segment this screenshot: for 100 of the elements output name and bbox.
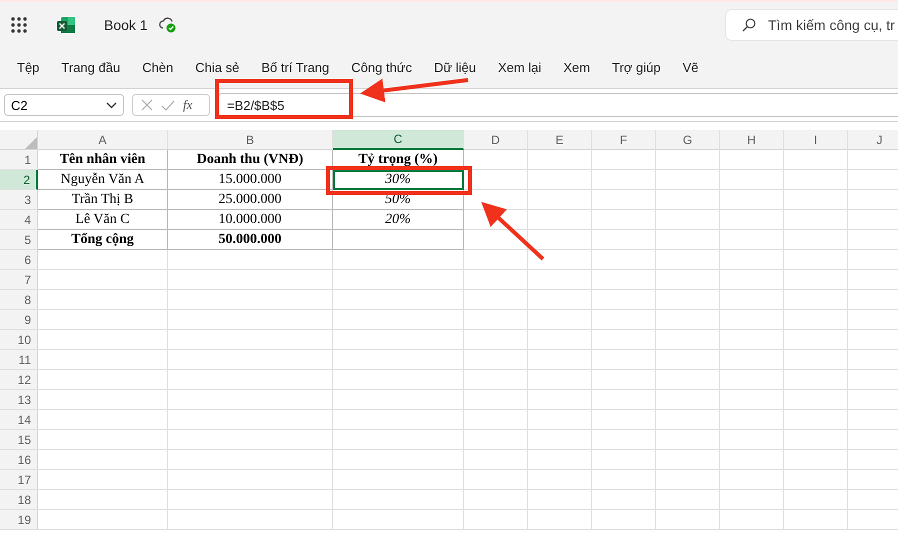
empty-cell: [464, 170, 528, 190]
empty-cell: [592, 470, 656, 490]
ribbon-tab[interactable]: Xem lại: [486, 52, 552, 84]
ribbon-tab[interactable]: Dữ liệu: [423, 52, 487, 84]
row-header[interactable]: 7: [0, 270, 38, 290]
row-header[interactable]: 1: [0, 150, 38, 170]
empty-cell: [656, 270, 720, 290]
row-header[interactable]: 19: [0, 510, 38, 530]
row-header[interactable]: 13: [0, 390, 38, 410]
empty-cell: [592, 490, 656, 510]
ribbon-tab[interactable]: Trang đầu: [50, 52, 132, 84]
corner-triangle-icon: [25, 137, 37, 149]
row-header[interactable]: 8: [0, 290, 38, 310]
row-header[interactable]: 11: [0, 350, 38, 370]
empty-cell: [464, 230, 528, 250]
empty-cell: [784, 470, 848, 490]
row-header[interactable]: 2: [0, 170, 38, 190]
empty-cell: [656, 370, 720, 390]
empty-cell: [464, 410, 528, 430]
selected-cell[interactable]: 30%: [333, 170, 464, 190]
ribbon-tab[interactable]: Công thức: [340, 52, 423, 84]
column-header[interactable]: J: [848, 130, 898, 150]
empty-cell: [592, 230, 656, 250]
table-cell: Tên nhân viên: [38, 150, 168, 170]
row-header[interactable]: 3: [0, 190, 38, 210]
row-header[interactable]: 10: [0, 330, 38, 350]
empty-cell: [528, 230, 592, 250]
table-cell: 20%: [333, 210, 464, 230]
search-field[interactable]: Tìm kiếm công cụ, tr: [726, 10, 898, 40]
ribbon-tab[interactable]: Trợ giúp: [601, 52, 672, 84]
empty-cell: [784, 430, 848, 450]
ribbon-tab[interactable]: Bố trí Trang: [250, 52, 340, 84]
ribbon-tab[interactable]: Chia sẻ: [184, 52, 250, 84]
empty-cell: [720, 510, 784, 530]
row-header[interactable]: 12: [0, 370, 38, 390]
empty-cell: [464, 430, 528, 450]
empty-cell: [592, 390, 656, 410]
empty-cell: [784, 250, 848, 270]
empty-cell: [656, 510, 720, 530]
spreadsheet-logo-icon[interactable]: [56, 15, 76, 35]
column-header[interactable]: B: [168, 130, 333, 150]
empty-cell: [464, 290, 528, 310]
empty-cell: [528, 210, 592, 230]
empty-cell: [528, 430, 592, 450]
column-header[interactable]: D: [464, 130, 528, 150]
empty-cell: [464, 250, 528, 270]
empty-cell: [464, 210, 528, 230]
column-header[interactable]: F: [592, 130, 656, 150]
ribbon-tab[interactable]: Vẽ: [672, 52, 710, 84]
empty-cell: [528, 170, 592, 190]
row-header[interactable]: 5: [0, 230, 38, 250]
app-launcher-icon[interactable]: [10, 16, 28, 34]
table-cell: Lê Văn C: [38, 210, 168, 230]
empty-cell: [592, 310, 656, 330]
row-header[interactable]: 15: [0, 430, 38, 450]
empty-cell: [592, 270, 656, 290]
empty-cell: [656, 490, 720, 510]
row-header[interactable]: 6: [0, 250, 38, 270]
empty-cell: [784, 390, 848, 410]
empty-cell: [528, 310, 592, 330]
table-cell: 25.000.000: [168, 190, 333, 210]
empty-cell: [528, 390, 592, 410]
empty-cell: [720, 230, 784, 250]
empty-cell: [720, 390, 784, 410]
ribbon-tab[interactable]: Xem: [552, 52, 602, 84]
row-header[interactable]: 14: [0, 410, 38, 430]
insert-function-button[interactable]: fx: [183, 97, 192, 113]
empty-cell: [784, 410, 848, 430]
ribbon-tab[interactable]: Chèn: [131, 52, 184, 84]
row-header[interactable]: 16: [0, 450, 38, 470]
name-box[interactable]: C2: [4, 94, 124, 116]
table-cell: Trần Thị B: [38, 190, 168, 210]
empty-cell: [656, 290, 720, 310]
ribbon-tab[interactable]: Tệp: [6, 52, 50, 84]
empty-cell: [528, 370, 592, 390]
empty-cell: [464, 370, 528, 390]
empty-cell: [720, 250, 784, 270]
check-icon[interactable]: [161, 100, 175, 110]
table-cell: Nguyễn Văn A: [38, 170, 168, 190]
cloud-check-icon[interactable]: [158, 16, 178, 34]
row-header[interactable]: 9: [0, 310, 38, 330]
empty-cell: [528, 290, 592, 310]
column-header[interactable]: G: [656, 130, 720, 150]
row-header[interactable]: 17: [0, 470, 38, 490]
column-header[interactable]: I: [784, 130, 848, 150]
column-header[interactable]: C: [333, 130, 464, 150]
empty-cell: [464, 450, 528, 470]
column-header[interactable]: A: [38, 130, 168, 150]
formula-field[interactable]: =B2/$B$5: [218, 93, 898, 117]
column-header[interactable]: E: [528, 130, 592, 150]
empty-cell: [464, 470, 528, 490]
empty-cell: [720, 270, 784, 290]
empty-cell: [784, 290, 848, 310]
empty-cell: [592, 150, 656, 170]
pointer-arrow: [481, 202, 544, 260]
table-cell: 50.000.000: [168, 230, 333, 250]
workbook-title[interactable]: Book 1: [104, 17, 148, 33]
column-header[interactable]: H: [720, 130, 784, 150]
row-header[interactable]: 18: [0, 490, 38, 510]
row-header[interactable]: 4: [0, 210, 38, 230]
